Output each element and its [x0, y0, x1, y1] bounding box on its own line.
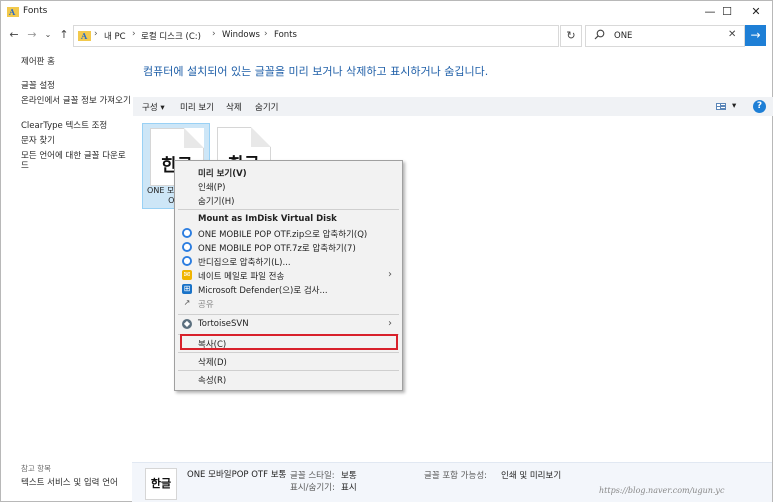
back-button[interactable]: ← [7, 27, 21, 43]
menu-item-tortoisesvn[interactable]: ◆ TortoiseSVN › [175, 318, 402, 331]
sidebar-item-control-panel-home[interactable]: 제어판 홈 [21, 57, 131, 67]
recent-locations-button[interactable]: ⌄ [41, 27, 55, 43]
search-go-button[interactable]: → [745, 25, 766, 46]
menu-separator [178, 370, 399, 371]
window-title: Fonts [23, 6, 48, 16]
menu-item-label: 미리 보기(V) [198, 169, 247, 179]
menu-item-zip[interactable]: ● ONE MOBILE POP OTF.zip으로 압축하기(Q) [175, 227, 402, 240]
tortoise-icon: ◆ [182, 319, 192, 329]
search-value: ONE [614, 31, 633, 41]
menu-item-label: 속성(R) [198, 376, 227, 386]
menu-item-delete[interactable]: 삭제(D) [175, 355, 402, 368]
control-panel-sidebar: 제어판 홈 글꼴 설정 온라인에서 글꼴 정보 가져오기 ClearType 텍… [1, 47, 132, 501]
bandizip-icon: ● [182, 242, 192, 252]
forward-button[interactable]: → [25, 27, 39, 43]
sidebar-item-get-font-info-online[interactable]: 온라인에서 글꼴 정보 가져오기 [21, 96, 131, 106]
menu-item-print[interactable]: 인쇄(P) [175, 180, 402, 193]
context-menu: 미리 보기(V) 인쇄(P) 숨기기(H) Mount as ImDisk Vi… [174, 160, 403, 391]
address-bar[interactable]: A › 내 PC › 로컬 디스크 (C:) › Windows › Fonts… [73, 25, 623, 47]
font-name: ONE 모바일POP OTF 보통 [187, 470, 287, 480]
menu-item-preview[interactable]: 미리 보기(V) [175, 166, 402, 179]
menu-item-label: 네이트 메일로 파일 전송 [198, 272, 285, 282]
fonts-folder-icon: A [78, 31, 91, 41]
menu-separator [178, 314, 399, 315]
organize-button[interactable]: 구성 ▾ [142, 101, 165, 113]
sidebar-item-font-settings[interactable]: 글꼴 설정 [21, 81, 131, 91]
visibility-key: 표시/숨기기: [290, 483, 335, 493]
watermark: https://blog.naver.com/ugun.yc [599, 486, 725, 495]
sidebar-item-text-services[interactable]: 텍스트 서비스 및 입력 언어 [21, 478, 131, 488]
view-options-icon[interactable] [716, 103, 726, 110]
copy-highlight-box [180, 334, 398, 350]
share-icon: ↗ [183, 298, 191, 307]
submenu-arrow-icon: › [388, 269, 392, 280]
defender-icon: ⊞ [182, 284, 192, 294]
up-button[interactable]: ↑ [57, 27, 71, 43]
preview-button[interactable]: 미리 보기 [180, 101, 214, 113]
close-button[interactable]: ✕ [739, 1, 773, 23]
menu-item-label: 인쇄(P) [198, 183, 226, 193]
title-bar: A Fonts — ☐ ✕ [1, 1, 772, 23]
breadcrumb-fonts[interactable]: Fonts [274, 30, 297, 40]
menu-item-7z[interactable]: ● ONE MOBILE POP OTF.7z로 압축하기(7) [175, 241, 402, 254]
breadcrumb-separator: › [264, 29, 268, 39]
font-thumbnail: 한글 [145, 468, 177, 500]
menu-item-label: TortoiseSVN [198, 319, 249, 329]
refresh-button[interactable]: ↻ [560, 25, 582, 47]
style-value: 보통 [341, 471, 357, 481]
hide-button[interactable]: 숨기기 [255, 101, 278, 113]
menu-item-label: 숨기기(H) [198, 197, 235, 207]
embeddability-key: 글꼴 포함 가능성: [424, 471, 488, 481]
breadcrumb-local-disk[interactable]: 로컬 디스크 (C:) [141, 30, 201, 42]
menu-item-label: ONE MOBILE POP OTF.7z로 압축하기(7) [198, 244, 356, 254]
menu-item-properties[interactable]: 속성(R) [175, 373, 402, 386]
page-heading: 컴퓨터에 설치되어 있는 글꼴을 미리 보거나 삭제하고 표시하거나 숨깁니다. [143, 65, 489, 78]
svg-text:A: A [8, 7, 16, 17]
menu-item-label: ONE MOBILE POP OTF.zip으로 압축하기(Q) [198, 230, 368, 240]
sidebar-item-find-character[interactable]: 문자 찾기 [21, 136, 131, 146]
svg-text:A: A [80, 31, 88, 41]
see-also-heading: 참고 항목 [21, 464, 51, 473]
sidebar-item-download-fonts[interactable]: 모든 언어에 대한 글꼴 다운로드 [21, 151, 131, 171]
explorer-window: A Fonts — ☐ ✕ ← → ⌄ ↑ A › 내 PC › 로컬 디스크 … [0, 0, 773, 502]
visibility-value: 표시 [341, 483, 357, 493]
nate-icon: ✉ [182, 270, 192, 280]
menu-item-label: Microsoft Defender(으)로 검사... [198, 286, 328, 296]
menu-separator [178, 209, 399, 210]
search-input[interactable]: ONE ✕ [585, 25, 745, 47]
breadcrumb-this-pc[interactable]: 내 PC [104, 30, 126, 42]
menu-item-share[interactable]: ↗ 공유 [175, 297, 402, 310]
menu-item-hide[interactable]: 숨기기(H) [175, 194, 402, 207]
clear-search-icon[interactable]: ✕ [728, 29, 736, 40]
menu-item-defender[interactable]: ⊞ Microsoft Defender(으)로 검사... [175, 283, 402, 296]
sidebar-item-cleartype[interactable]: ClearType 텍스트 조정 [21, 121, 131, 131]
view-dropdown-icon[interactable]: ▾ [732, 101, 736, 111]
menu-item-label: 공유 [198, 300, 214, 310]
breadcrumb-separator: › [212, 29, 216, 39]
details-pane: 한글 ONE 모바일POP OTF 보통 글꼴 스타일: 보통 표시/숨기기: … [132, 462, 772, 502]
menu-item-label: 삭제(D) [198, 358, 227, 368]
command-toolbar: 구성 ▾ 미리 보기 삭제 숨기기 ▾ ? [133, 97, 773, 116]
menu-item-bandizip[interactable]: ● 반디집으로 압축하기(L)... [175, 255, 402, 268]
bandizip-icon: ● [182, 228, 192, 238]
help-button[interactable]: ? [753, 100, 766, 113]
search-icon [594, 29, 605, 40]
delete-button[interactable]: 삭제 [226, 101, 242, 113]
menu-item-nate-mail[interactable]: ✉ 네이트 메일로 파일 전송 › [175, 269, 402, 282]
menu-separator [178, 352, 399, 353]
breadcrumb-windows[interactable]: Windows [222, 30, 260, 40]
bandizip-icon: ● [182, 256, 192, 266]
menu-item-label: Mount as ImDisk Virtual Disk [198, 214, 337, 224]
breadcrumb-separator: › [132, 29, 136, 39]
menu-item-label: 반디집으로 압축하기(L)... [198, 258, 291, 268]
breadcrumb-separator: › [94, 29, 98, 39]
menu-item-mount-imdisk[interactable]: Mount as ImDisk Virtual Disk [175, 213, 402, 226]
style-key: 글꼴 스타일: [290, 471, 335, 481]
submenu-arrow-icon: › [388, 318, 392, 329]
fonts-folder-icon: A [7, 7, 19, 17]
embeddability-value: 인쇄 및 미리보기 [501, 471, 562, 481]
